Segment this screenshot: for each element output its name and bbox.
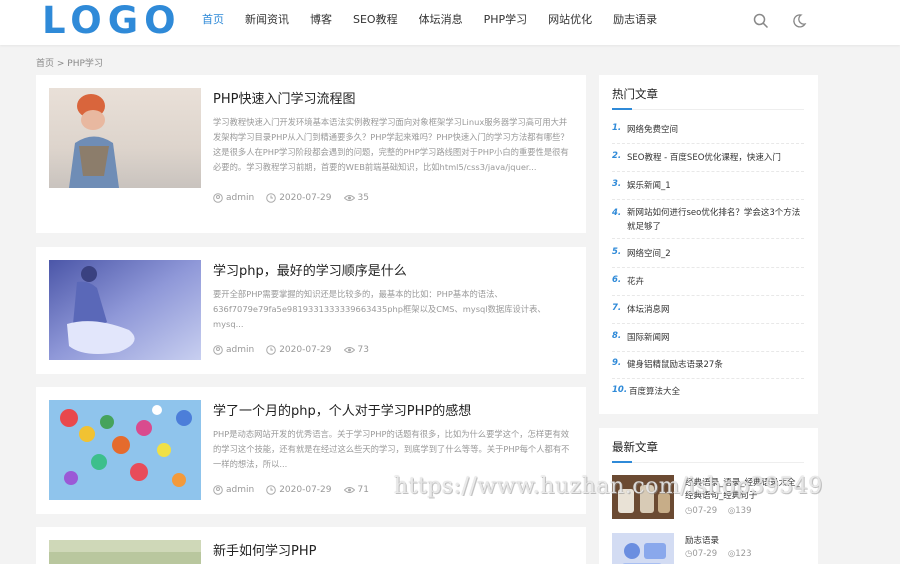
article-author[interactable]: admin <box>226 485 254 495</box>
article-thumbnail[interactable] <box>49 260 201 360</box>
hot-item[interactable]: 8. 国际新闻网 <box>612 331 804 352</box>
site-logo[interactable]: LOGO <box>42 1 182 41</box>
clock-icon <box>266 485 277 495</box>
divider <box>612 462 804 463</box>
nav-item-news[interactable]: 新闻资讯 <box>245 13 289 27</box>
nav-item-seo[interactable]: SEO教程 <box>353 13 398 27</box>
widget-title: 热门文章 <box>612 87 658 101</box>
nav-item-quotes[interactable]: 励志语录 <box>613 13 657 27</box>
article-card: 学习php，最好的学习顺序是什么 要开全部PHP需要掌握的知识还是比较多的，最基… <box>36 247 586 374</box>
hot-item[interactable]: 7. 体坛消息网 <box>612 303 804 324</box>
hot-item[interactable]: 1. 网络免费空间 <box>612 123 804 144</box>
article-meta: admin 2020-07-29 35 <box>213 193 369 203</box>
widget-title: 最新文章 <box>612 440 658 454</box>
main-nav: 首页 新闻资讯 博客 SEO教程 体坛消息 PHP学习 网站优化 励志语录 <box>202 13 678 27</box>
latest-meta: ◷07-29 ◎123 <box>685 549 751 559</box>
article-author[interactable]: admin <box>226 193 254 203</box>
article-views: 35 <box>357 193 369 203</box>
moon-icon[interactable] <box>790 12 808 30</box>
latest-date: 07-29 <box>692 506 718 516</box>
hot-item[interactable]: 3. 娱乐新闻_1 <box>612 179 804 200</box>
nav-item-home[interactable]: 首页 <box>202 13 224 27</box>
latest-meta: ◷07-29 ◎139 <box>685 506 751 516</box>
article-date: 2020-07-29 <box>279 485 332 495</box>
article-meta: admin 2020-07-29 73 <box>213 345 369 355</box>
latest-views: 123 <box>735 549 752 559</box>
clock-icon <box>266 193 277 203</box>
hot-item[interactable]: 9. 健身铝精鼠励志语录27条 <box>612 358 804 379</box>
article-author[interactable]: admin <box>226 345 254 355</box>
hot-item[interactable]: 5. 网络空间_2 <box>612 247 804 268</box>
eye-icon <box>343 347 355 353</box>
user-icon <box>213 485 223 495</box>
hot-articles-widget: 热门文章 1. 网络免费空间 2. SEO教程 - 百度SEO优化课程，快速入门 3… <box>599 75 818 414</box>
hot-item[interactable]: 6. 花卉 <box>612 275 804 296</box>
eye-icon <box>343 487 355 493</box>
hot-item[interactable]: 4. 新网站如何进行seo优化排名？学会这3个方法就足够了 <box>612 206 804 239</box>
nav-item-php[interactable]: PHP学习 <box>484 13 528 27</box>
latest-views: 139 <box>735 506 752 516</box>
article-excerpt: 学习教程快速入门开发环境基本语法实例教程学习面向对象框架学习Linux服务器学习… <box>213 117 569 172</box>
site-header: LOGO 首页 新闻资讯 博客 SEO教程 体坛消息 PHP学习 网站优化 励志… <box>0 0 900 45</box>
article-meta: admin 2020-07-29 71 <box>213 485 369 495</box>
article-excerpt: PHP是动态网站开发的优秀语言。关于学习PHP的话题有很多，比如为什么要学这个，… <box>213 429 570 469</box>
article-thumbnail[interactable] <box>49 400 201 500</box>
article-views: 71 <box>357 485 369 495</box>
breadcrumb[interactable]: 首页 > PHP学习 <box>36 56 103 69</box>
article-date: 2020-07-29 <box>279 193 332 203</box>
hot-item[interactable]: 2. SEO教程 - 百度SEO优化课程，快速入门 <box>612 151 804 172</box>
article-title[interactable]: 学了一个月的php，个人对于学习PHP的感想 <box>213 400 471 419</box>
title-accent <box>612 461 632 463</box>
article-title[interactable]: PHP快速入门学习流程图 <box>213 88 355 107</box>
article-views: 73 <box>357 345 369 355</box>
nav-item-sports[interactable]: 体坛消息 <box>419 13 463 27</box>
clock-icon <box>266 345 277 355</box>
hot-item[interactable]: 10. 百度算法大全 <box>612 385 804 406</box>
eye-icon <box>343 195 355 201</box>
divider <box>612 109 804 110</box>
nav-item-blog[interactable]: 博客 <box>310 13 332 27</box>
article-title[interactable]: 新手如何学习PHP <box>213 540 316 559</box>
watermark: https://www.huzhan.com/ishop39549 <box>394 474 823 499</box>
user-icon <box>213 345 223 355</box>
article-card: 新手如何学习PHP <box>36 527 586 564</box>
article-excerpt: 要开全部PHP需要掌握的知识还是比较多的，最基本的比如：PHP基本的语法、636… <box>213 289 546 329</box>
article-thumbnail[interactable] <box>49 540 201 564</box>
article-thumbnail[interactable] <box>49 88 201 188</box>
article-card: PHP快速入门学习流程图 学习教程快速入门开发环境基本语法实例教程学习面向对象框… <box>36 75 586 233</box>
latest-date: 07-29 <box>692 549 718 559</box>
search-icon[interactable] <box>752 12 770 30</box>
latest-item[interactable]: 励志语录 ◷07-29 ◎123 <box>612 533 804 564</box>
latest-title[interactable]: 励志语录 <box>685 535 803 548</box>
article-date: 2020-07-29 <box>279 345 332 355</box>
title-accent <box>612 108 632 110</box>
nav-item-optimize[interactable]: 网站优化 <box>548 13 592 27</box>
article-title[interactable]: 学习php，最好的学习顺序是什么 <box>213 260 407 279</box>
latest-thumbnail[interactable] <box>612 533 674 564</box>
user-icon <box>213 193 223 203</box>
